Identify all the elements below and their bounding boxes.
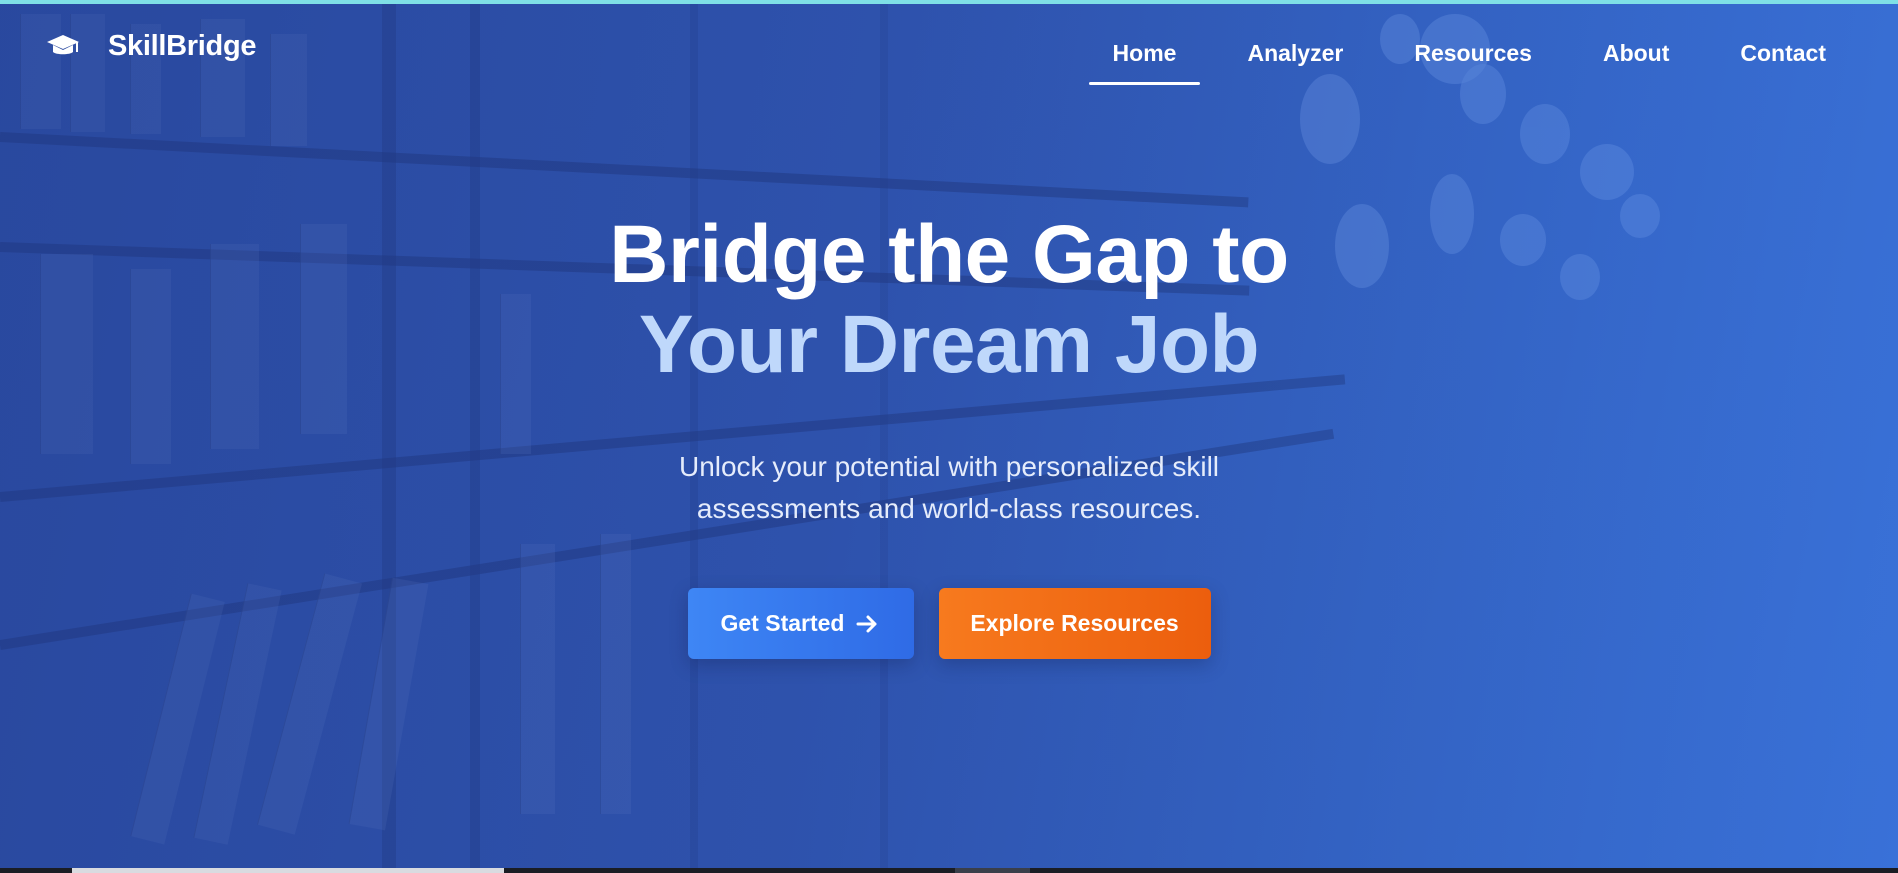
nav-link-resources[interactable]: Resources [1414, 40, 1532, 85]
subtitle-line-2: assessments and world-class resources. [696, 493, 1202, 524]
brand-logo[interactable]: SkillBridge [46, 30, 256, 63]
nav-link-about[interactable]: About [1603, 40, 1669, 85]
nav-link-analyzer[interactable]: Analyzer [1247, 40, 1343, 85]
bottom-taskbar-strip [0, 868, 1898, 873]
brand-name: SkillBridge [108, 30, 257, 62]
explore-resources-button[interactable]: Explore Resources [938, 588, 1211, 659]
graduation-cap-icon [47, 34, 79, 54]
get-started-button[interactable]: Get Started [687, 588, 914, 659]
explore-resources-label: Explore Resources [970, 610, 1179, 636]
headline-line-1: Bridge the Gap to [609, 209, 1289, 300]
cta-buttons: Get Started Explore Resources [0, 588, 1898, 659]
taskbar-segment [72, 868, 504, 873]
hero-headline: Bridge the Gap to Your Dream Job [0, 210, 1898, 390]
nav-link-contact[interactable]: Contact [1740, 40, 1826, 85]
taskbar-segment [955, 868, 1030, 873]
top-accent-strip [0, 0, 1898, 4]
browser-viewport: SkillBridge Home Analyzer Resources Abou… [0, 0, 1898, 873]
nav-link-home[interactable]: Home [1088, 40, 1201, 85]
arrow-right-icon [856, 615, 877, 632]
headline-line-2: Your Dream Job [638, 299, 1260, 390]
top-navbar: SkillBridge Home Analyzer Resources Abou… [0, 4, 1898, 104]
subtitle-line-1: Unlock your potential with personalized … [678, 451, 1220, 482]
hero-subtitle: Unlock your potential with personalized … [0, 446, 1898, 530]
nav-links: Home Analyzer Resources About Contact [1042, 40, 1826, 85]
get-started-label: Get Started [720, 610, 845, 636]
hero-color-overlay [0, 4, 1898, 868]
hero-section: SkillBridge Home Analyzer Resources Abou… [0, 4, 1898, 868]
